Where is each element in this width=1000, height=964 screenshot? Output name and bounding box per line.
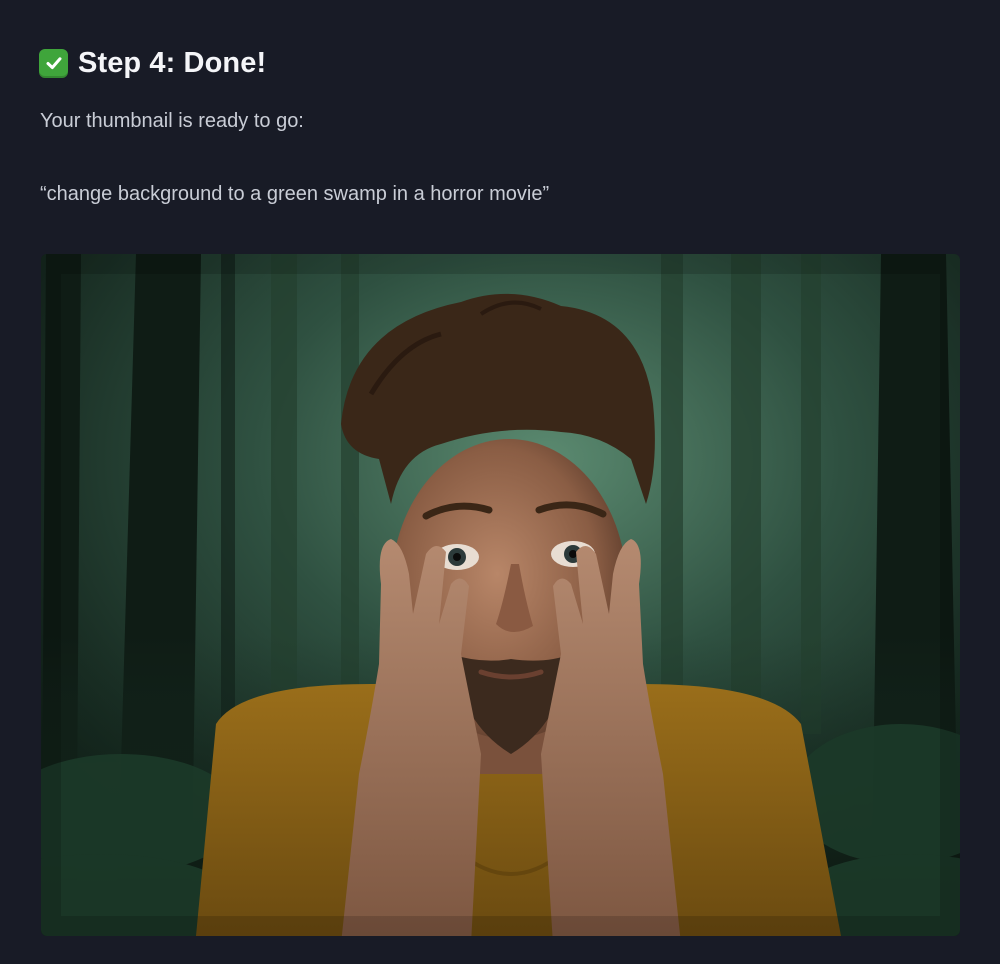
step-heading: Step 4: Done! <box>39 44 266 82</box>
step-title: Step 4: Done! <box>78 47 267 79</box>
thumbnail-image <box>41 254 960 936</box>
thumbnail-illustration <box>41 254 960 936</box>
check-mark-icon <box>39 48 68 78</box>
prompt-text: “change background to a green swamp in a… <box>40 183 550 205</box>
intro-text: Your thumbnail is ready to go: <box>40 110 304 132</box>
